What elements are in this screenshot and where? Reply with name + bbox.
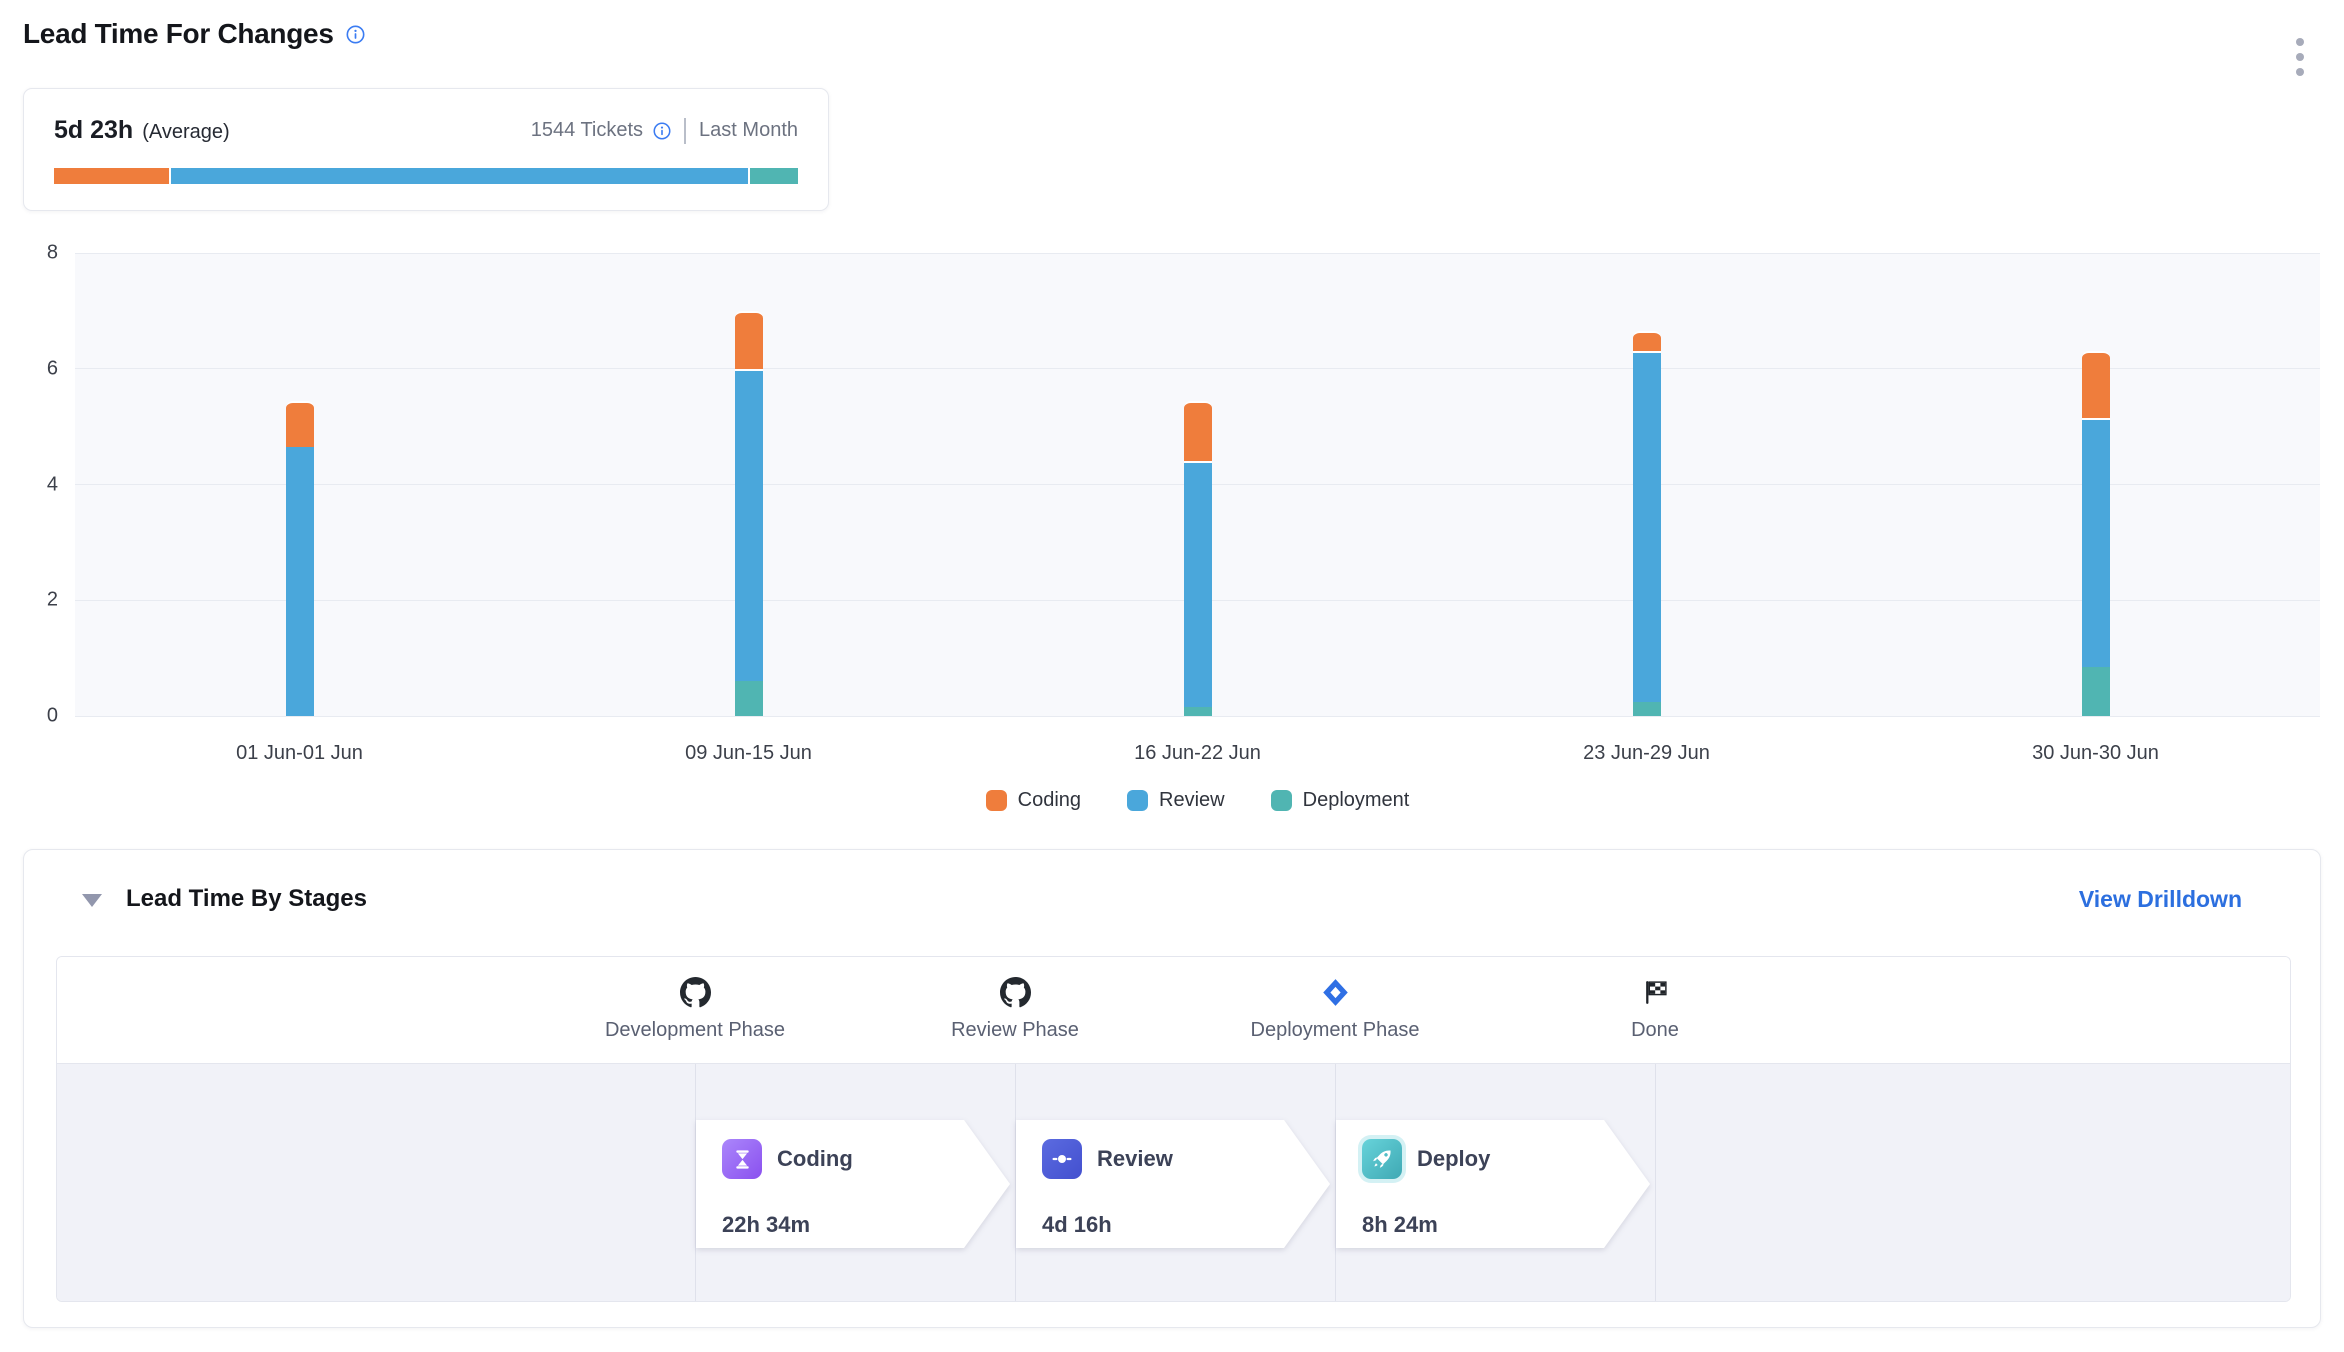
diamond-icon bbox=[1322, 971, 1349, 1013]
legend-swatch bbox=[986, 790, 1007, 811]
page-header: Lead Time For Changes bbox=[23, 18, 365, 50]
stages-panel-title: Lead Time By Stages bbox=[126, 885, 367, 913]
stage-name: Coding bbox=[777, 1146, 853, 1172]
average-label: (Average) bbox=[142, 121, 229, 144]
commit-icon bbox=[1042, 1139, 1082, 1179]
summary-card: 5d 23h (Average) 1544 Tickets Last Month bbox=[23, 88, 829, 211]
phase-label: Review Phase bbox=[951, 1019, 1079, 1042]
x-tick-label: 09 Jun-15 Jun bbox=[685, 742, 812, 765]
bar-segment-review[interactable] bbox=[1633, 351, 1661, 701]
distribution-segment-coding bbox=[54, 168, 169, 184]
bar-segment-deployment[interactable] bbox=[735, 681, 763, 716]
chart-legend: Coding Review Deployment bbox=[75, 789, 2320, 812]
bar-segment-review[interactable] bbox=[1184, 461, 1212, 707]
lead-time-bar-chart[interactable] bbox=[75, 253, 2320, 716]
stage-card-shape: Coding 22h 34m bbox=[696, 1120, 1010, 1248]
y-tick-label: 0 bbox=[14, 705, 58, 728]
bar-segment-review[interactable] bbox=[735, 369, 763, 682]
x-tick-label: 23 Jun-29 Jun bbox=[1583, 742, 1710, 765]
stage-duration: 8h 24m bbox=[1362, 1212, 1438, 1238]
stages-table: Development Phase Review Phase Deployment … bbox=[56, 956, 2291, 1302]
x-tick-label: 16 Jun-22 Jun bbox=[1134, 742, 1261, 765]
gridline-8 bbox=[75, 253, 2320, 254]
hourglass-icon bbox=[722, 1139, 762, 1179]
column-divider bbox=[1655, 1064, 1656, 1302]
bar-segment-deployment[interactable] bbox=[2082, 667, 2110, 716]
y-tick-label: 8 bbox=[14, 242, 58, 265]
phase-column-done: Done bbox=[1525, 957, 1785, 1042]
legend-item-review[interactable]: Review bbox=[1127, 789, 1225, 812]
distribution-segment-review bbox=[171, 168, 747, 184]
bar-segment-deployment[interactable] bbox=[1184, 707, 1212, 716]
y-tick-label: 4 bbox=[14, 473, 58, 496]
separator bbox=[684, 118, 686, 144]
stage-card-deploy[interactable]: Deploy 8h 24m bbox=[1336, 1120, 1650, 1248]
legend-swatch bbox=[1127, 790, 1148, 811]
stage-duration: 4d 16h bbox=[1042, 1212, 1112, 1238]
phase-column-deployment-phase: Deployment Phase bbox=[1205, 957, 1465, 1042]
bar-segment-coding[interactable] bbox=[1633, 331, 1661, 351]
phase-label: Done bbox=[1631, 1019, 1679, 1042]
tickets-info-icon[interactable] bbox=[653, 122, 671, 140]
page-title: Lead Time For Changes bbox=[23, 18, 334, 50]
bar-segment-coding[interactable] bbox=[735, 311, 763, 369]
phase-label: Development Phase bbox=[605, 1019, 785, 1042]
legend-item-deployment[interactable]: Deployment bbox=[1271, 789, 1410, 812]
tickets-count: 1544 Tickets bbox=[531, 119, 643, 142]
stage-card-shape: Deploy 8h 24m bbox=[1336, 1120, 1650, 1248]
legend-swatch bbox=[1271, 790, 1292, 811]
legend-item-coding[interactable]: Coding bbox=[986, 789, 1081, 812]
gridline-6 bbox=[75, 368, 2320, 369]
checkered-flag-icon bbox=[1642, 971, 1669, 1013]
stage-card-shape: Review 4d 16h bbox=[1016, 1120, 1330, 1248]
collapse-caret-icon[interactable] bbox=[82, 894, 102, 907]
y-tick-label: 2 bbox=[14, 589, 58, 612]
stages-body: Coding 22h 34m Review 4d 16h Deploy 8h 24m bbox=[57, 1064, 2290, 1302]
view-drilldown-link[interactable]: View Drilldown bbox=[2079, 886, 2242, 913]
phases-header-row: Development Phase Review Phase Deployment … bbox=[57, 957, 2290, 1064]
info-icon[interactable] bbox=[346, 25, 365, 44]
stages-panel-header: Lead Time By Stages View Drilldown bbox=[24, 850, 2320, 956]
phase-column-review-phase: Review Phase bbox=[885, 957, 1145, 1042]
period-label: Last Month bbox=[699, 119, 798, 142]
average-lead-time-value: 5d 23h bbox=[54, 116, 133, 145]
stage-card-review[interactable]: Review 4d 16h bbox=[1016, 1120, 1330, 1248]
y-tick-label: 6 bbox=[14, 357, 58, 380]
phase-label: Deployment Phase bbox=[1251, 1019, 1420, 1042]
legend-label: Coding bbox=[1018, 789, 1081, 812]
legend-label: Review bbox=[1159, 789, 1225, 812]
bar-segment-deployment[interactable] bbox=[1633, 702, 1661, 716]
bar-segment-coding[interactable] bbox=[1184, 401, 1212, 462]
lead-time-distribution-bar bbox=[54, 168, 798, 184]
x-tick-label: 01 Jun-01 Jun bbox=[236, 742, 363, 765]
x-tick-label: 30 Jun-30 Jun bbox=[2032, 742, 2159, 765]
bar-segment-coding[interactable] bbox=[286, 401, 314, 447]
bar-segment-review[interactable] bbox=[286, 447, 314, 716]
github-icon bbox=[1000, 971, 1031, 1013]
stage-duration: 22h 34m bbox=[722, 1212, 810, 1238]
lead-time-by-stages-panel: Lead Time By Stages View Drilldown Devel… bbox=[23, 849, 2321, 1328]
rocket-icon bbox=[1362, 1139, 1402, 1179]
stage-name: Review bbox=[1097, 1146, 1173, 1172]
lead-time-dashboard: Lead Time For Changes 5d 23h (Average) 1… bbox=[0, 0, 2344, 1352]
legend-label: Deployment bbox=[1303, 789, 1410, 812]
bar-segment-review[interactable] bbox=[2082, 418, 2110, 667]
github-icon bbox=[680, 971, 711, 1013]
phase-column-development-phase: Development Phase bbox=[565, 957, 825, 1042]
kebab-menu-button[interactable] bbox=[2290, 32, 2310, 82]
stage-card-coding[interactable]: Coding 22h 34m bbox=[696, 1120, 1010, 1248]
distribution-segment-deployment bbox=[750, 168, 798, 184]
bar-segment-coding[interactable] bbox=[2082, 351, 2110, 418]
stage-name: Deploy bbox=[1417, 1146, 1490, 1172]
